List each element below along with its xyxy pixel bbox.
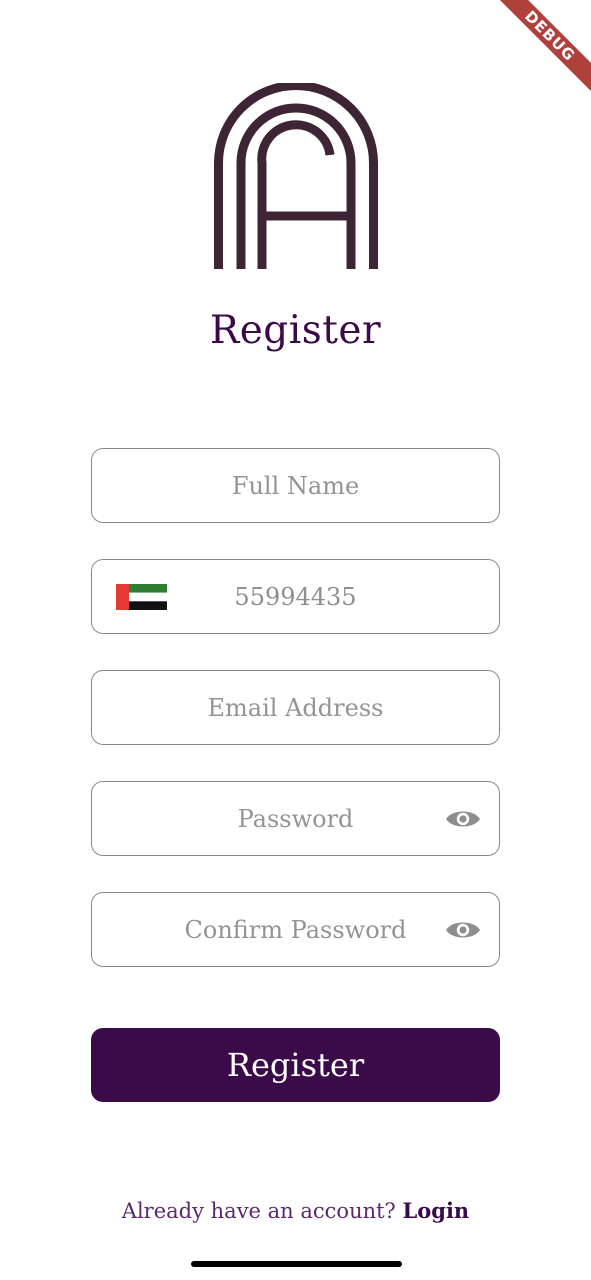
debug-banner: DEBUG	[471, 0, 591, 120]
login-prompt: Already have an account? Login	[0, 1198, 591, 1223]
email-input[interactable]	[92, 671, 499, 744]
brand-logo	[214, 83, 378, 269]
password-field[interactable]	[91, 781, 500, 856]
uae-flag-icon[interactable]	[116, 584, 167, 610]
phone-field[interactable]	[91, 559, 500, 634]
eye-icon[interactable]	[445, 917, 481, 943]
debug-ribbon: DEBUG	[489, 0, 591, 97]
confirm-password-field[interactable]	[91, 892, 500, 967]
page-title: Register	[209, 308, 382, 353]
eye-icon[interactable]	[445, 806, 481, 832]
account-question: Already have an account?	[121, 1199, 396, 1223]
password-input[interactable]	[92, 782, 499, 855]
register-button[interactable]: Register	[91, 1028, 500, 1102]
login-link[interactable]: Login	[403, 1198, 470, 1223]
confirm-password-input[interactable]	[92, 893, 499, 966]
full-name-field[interactable]	[91, 448, 500, 523]
email-field[interactable]	[91, 670, 500, 745]
home-indicator	[191, 1261, 402, 1267]
full-name-input[interactable]	[92, 449, 499, 522]
